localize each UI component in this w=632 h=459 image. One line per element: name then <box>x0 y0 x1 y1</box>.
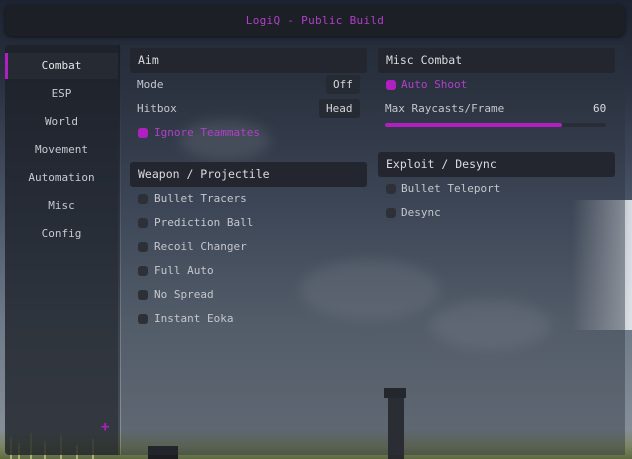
recoil-changer-label: Recoil Changer <box>154 240 247 253</box>
max-raycasts-label: Max Raycasts/Frame <box>385 102 505 115</box>
bullet-tracers-checkbox[interactable] <box>138 194 148 204</box>
bullet-tracers-label: Bullet Tracers <box>154 192 247 205</box>
sidebar-divider <box>118 45 120 455</box>
sidebar-item-movement[interactable]: Movement <box>5 137 118 163</box>
max-raycasts-slider-fill <box>385 123 562 127</box>
max-raycasts-value: 60 <box>593 102 607 115</box>
sidebar: Combat ESP World Movement Automation Mis… <box>5 45 118 455</box>
window-title: LogiQ - Public Build <box>245 14 385 27</box>
bullet-teleport-label: Bullet Teleport <box>401 182 501 195</box>
weapon-header: Weapon / Projectile <box>130 162 367 187</box>
mode-select[interactable]: Off <box>326 75 360 94</box>
auto-shoot-label: Auto Shoot <box>401 78 468 91</box>
recoil-changer-checkbox[interactable] <box>138 242 148 252</box>
bullet-teleport-checkbox[interactable] <box>386 184 396 194</box>
sidebar-item-automation[interactable]: Automation <box>5 165 118 191</box>
ignore-teammates-label: Ignore Teammates <box>154 126 260 139</box>
sidebar-item-world[interactable]: World <box>5 109 118 135</box>
auto-shoot-checkbox[interactable] <box>386 80 396 90</box>
prediction-ball-checkbox[interactable] <box>138 218 148 228</box>
hitbox-select[interactable]: Head <box>319 99 360 118</box>
sidebar-item-config[interactable]: Config <box>5 221 118 247</box>
exploit-header: Exploit / Desync <box>378 152 615 177</box>
desync-label: Desync <box>401 206 441 219</box>
ignore-teammates-checkbox[interactable] <box>138 128 148 138</box>
prediction-ball-label: Prediction Ball <box>154 216 254 229</box>
instant-eoka-checkbox[interactable] <box>138 314 148 324</box>
instant-eoka-label: Instant Eoka <box>154 312 234 325</box>
full-auto-label: Full Auto <box>154 264 214 277</box>
sidebar-item-misc[interactable]: Misc <box>5 193 118 219</box>
sidebar-item-esp[interactable]: ESP <box>5 81 118 107</box>
hitbox-label: Hitbox <box>137 102 177 115</box>
sidebar-item-combat[interactable]: Combat <box>5 53 118 79</box>
aim-header: Aim <box>130 48 367 73</box>
desync-checkbox[interactable] <box>386 208 396 218</box>
mode-label: Mode <box>137 78 164 91</box>
misc-combat-header: Misc Combat <box>378 48 615 73</box>
max-raycasts-slider[interactable] <box>385 123 606 127</box>
no-spread-label: No Spread <box>154 288 214 301</box>
no-spread-checkbox[interactable] <box>138 290 148 300</box>
plus-icon[interactable]: + <box>101 419 109 435</box>
cheat-menu-window: LogiQ - Public Build Combat ESP World Mo… <box>5 5 625 455</box>
full-auto-checkbox[interactable] <box>138 266 148 276</box>
title-bar[interactable]: LogiQ - Public Build <box>5 5 625 36</box>
